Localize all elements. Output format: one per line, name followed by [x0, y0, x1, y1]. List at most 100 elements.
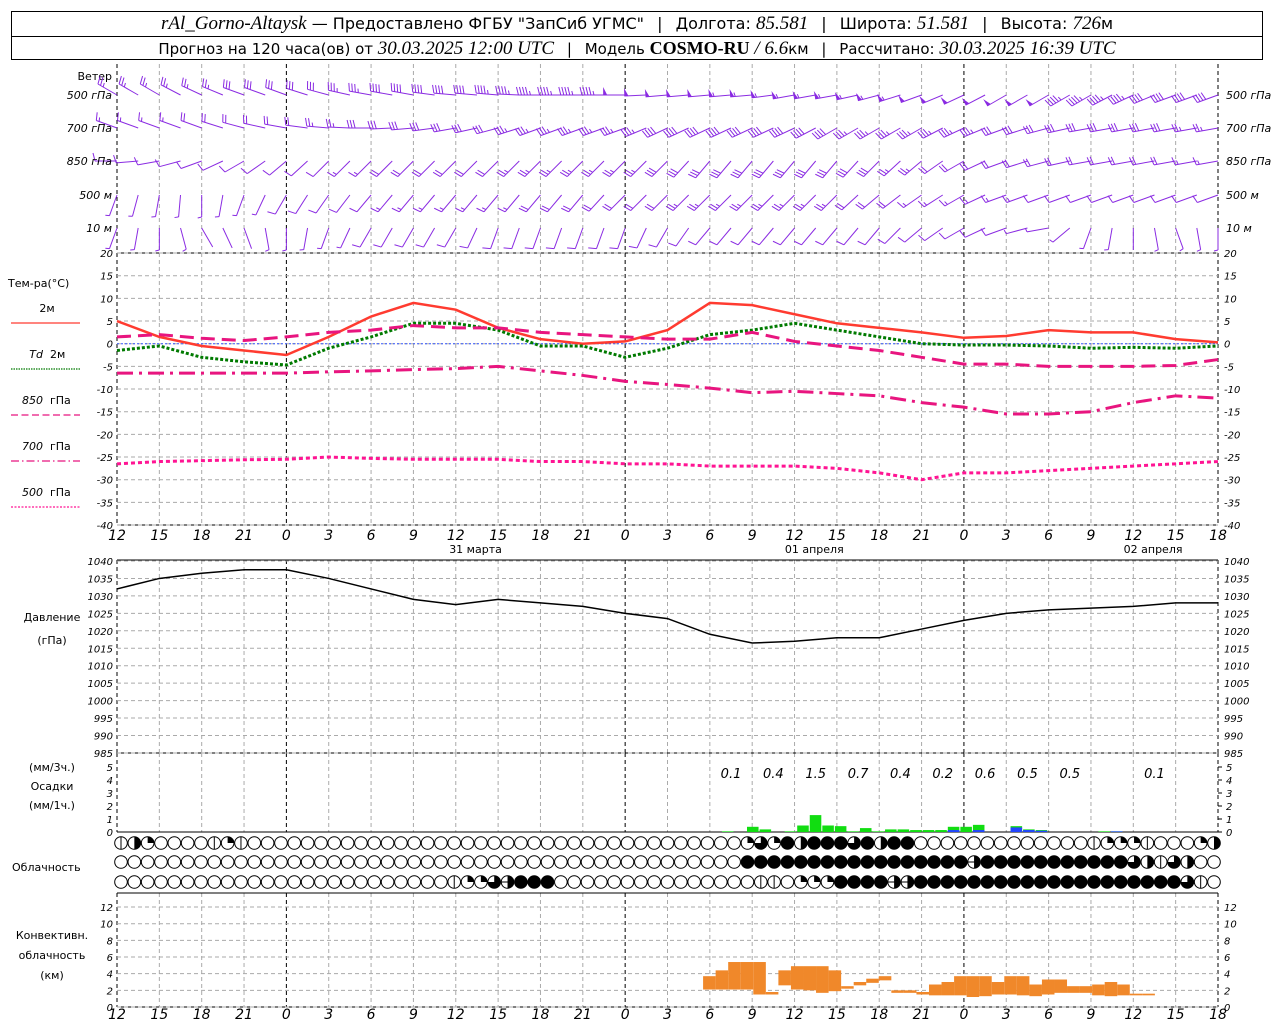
date-label: 31 марта	[449, 543, 502, 556]
cloud-cell	[980, 875, 995, 889]
barb-staff	[264, 227, 270, 250]
cloud-cell	[1167, 855, 1181, 869]
cloud-circle	[567, 836, 581, 850]
cloud-cell	[1193, 875, 1208, 889]
barb-staff	[511, 227, 520, 249]
cloud-circle	[940, 836, 955, 850]
barb-staff	[778, 194, 795, 211]
wind-barb	[1192, 194, 1219, 203]
cloud-cell	[847, 836, 861, 850]
cloud-cell	[927, 836, 941, 850]
pressure-ytick: 1040	[88, 557, 113, 568]
barb-full	[546, 86, 550, 96]
pressure-ytick-right: 1010	[1224, 662, 1249, 673]
cloud-circle	[820, 836, 835, 850]
date-label: 01 апреля	[785, 543, 844, 556]
cloud-cell	[873, 875, 888, 889]
barb-half	[207, 84, 210, 89]
barb-full	[561, 86, 565, 96]
time-label-bottom: 15	[489, 1007, 507, 1023]
convective-bar	[803, 966, 817, 991]
barb-staff	[532, 227, 541, 249]
cloud-cell	[607, 875, 621, 889]
wind-barb	[940, 94, 965, 105]
legend-prefix: Td	[29, 348, 44, 361]
cloud-circle	[180, 875, 195, 889]
barb-full	[690, 171, 698, 177]
barb-staff	[181, 85, 202, 96]
cloud-cell	[194, 855, 208, 869]
wind-barb	[1196, 227, 1202, 252]
barb-half	[864, 131, 869, 135]
barb-staff	[380, 227, 393, 248]
barb-staff	[758, 160, 774, 179]
time-label: 15	[489, 528, 507, 544]
temp-legend-item: 700 гПа	[11, 440, 80, 462]
wind-barb	[308, 194, 330, 214]
wind-barb	[503, 227, 520, 250]
cloud-circle	[140, 855, 155, 869]
barb-staff	[336, 194, 351, 213]
barb-staff	[423, 227, 436, 248]
temp-ytick: -35	[97, 498, 113, 509]
cloud-circle	[500, 855, 515, 869]
pressure-ytick-right: 1000	[1224, 697, 1249, 708]
legend-label: гПа	[50, 440, 71, 453]
barb-half	[821, 203, 826, 207]
barb-full	[713, 169, 721, 174]
barb-staff	[1048, 127, 1070, 134]
time-label: 0	[959, 528, 968, 544]
wind-barb	[232, 194, 245, 217]
cloud-cell	[567, 875, 581, 889]
barb-full	[818, 169, 827, 174]
barb-full	[483, 85, 486, 94]
barb-staff	[1082, 227, 1092, 249]
barb-half	[525, 169, 530, 173]
barb-full	[836, 240, 845, 246]
barb-full	[175, 161, 182, 169]
cloud-cell	[634, 836, 648, 850]
barb-full	[815, 173, 823, 179]
barb-full	[305, 171, 314, 177]
barb-pennant	[666, 88, 671, 97]
wind-barb	[623, 160, 647, 177]
barb-full	[348, 82, 350, 92]
barb-half	[528, 90, 531, 96]
temp-ytick: 10	[100, 294, 113, 305]
wind-barb	[118, 75, 139, 96]
cloud-circle	[1007, 855, 1021, 869]
barb-pennant	[603, 87, 608, 95]
wind-barb	[348, 82, 372, 96]
barb-full	[543, 86, 547, 96]
time-label-bottom: 15	[828, 1007, 846, 1023]
cloud-cell	[380, 875, 395, 889]
legend-prefix: 850	[22, 394, 43, 407]
barb-pennant	[644, 88, 650, 97]
cloud-cell	[1087, 836, 1101, 850]
cloud-circle	[660, 855, 675, 869]
barb-half	[550, 90, 553, 96]
cloud-cell	[300, 855, 315, 869]
cloud-cell	[287, 855, 302, 869]
cloud-cell	[354, 855, 368, 869]
wind-barb	[130, 227, 139, 251]
wind-barb	[793, 227, 817, 246]
cloud-cell	[287, 875, 302, 889]
barb-staff	[180, 227, 187, 250]
barb-full	[980, 195, 987, 203]
wind-barb	[856, 160, 880, 177]
barb-half	[673, 203, 678, 207]
cloud-cell	[260, 855, 275, 869]
barb-full	[772, 240, 781, 246]
cloud-circle	[1180, 836, 1195, 850]
barb-staff	[922, 94, 943, 104]
wind-barb	[579, 86, 604, 96]
barb-full	[346, 119, 350, 129]
cloud-cell	[1087, 875, 1101, 889]
wind-barb	[352, 227, 372, 248]
barb-half	[1200, 126, 1203, 131]
cloud-cell	[1060, 875, 1075, 889]
barb-full	[183, 113, 186, 122]
cloud-circle	[567, 855, 581, 869]
cloud-cell	[660, 836, 675, 850]
